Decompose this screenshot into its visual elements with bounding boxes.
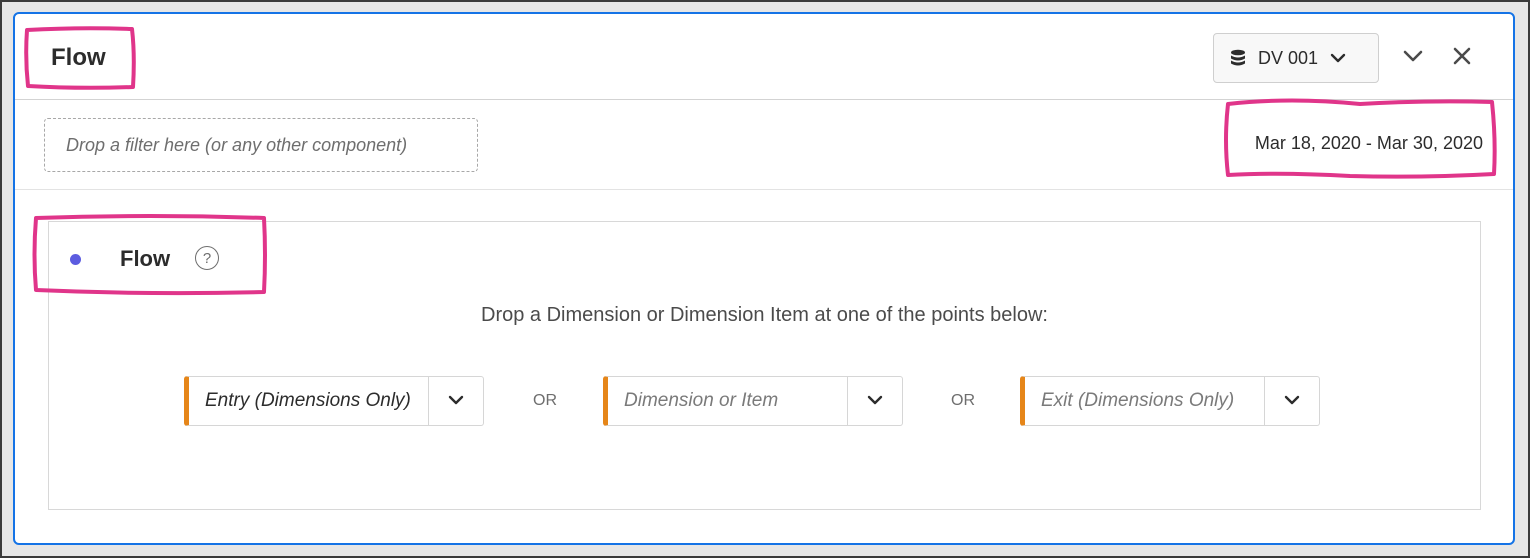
dimension-slot-dropdown[interactable] <box>847 377 902 425</box>
collapse-panel-button[interactable] <box>1397 42 1429 74</box>
entry-slot-label: Entry (Dimensions Only) <box>205 390 411 411</box>
visualization-status-dot <box>70 254 81 265</box>
panel-header: Flow DV 001 <box>15 14 1513 100</box>
close-panel-button[interactable] <box>1446 42 1478 74</box>
exit-slot-dropdown[interactable] <box>1264 377 1319 425</box>
entry-slot-dropdown[interactable] <box>428 377 483 425</box>
filter-drop-placeholder: Drop a filter here (or any other compone… <box>66 134 408 155</box>
chevron-down-icon <box>448 392 464 410</box>
database-icon <box>1230 49 1246 67</box>
flow-panel: Flow DV 001 Drop a filter here (or any o… <box>13 12 1515 545</box>
exit-slot-label: Exit (Dimensions Only) <box>1041 390 1235 411</box>
data-view-selector-button[interactable]: DV 001 <box>1213 33 1379 83</box>
or-separator: OR <box>533 392 557 409</box>
chevron-down-icon <box>1403 49 1423 67</box>
exit-drop-slot[interactable]: Exit (Dimensions Only) <box>1020 376 1320 426</box>
dimension-drop-slot[interactable]: Dimension or Item <box>603 376 903 426</box>
close-icon <box>1453 47 1471 70</box>
filter-drop-zone[interactable]: Drop a filter here (or any other compone… <box>44 118 478 172</box>
help-icon[interactable]: ? <box>195 246 219 270</box>
chevron-down-icon <box>1330 53 1346 63</box>
visualization-title: Flow <box>120 246 171 271</box>
date-range[interactable]: Mar 18, 2020 - Mar 30, 2020 <box>1255 133 1483 154</box>
flow-visualization-card: Flow ? Drop a Dimension or Dimension Ite… <box>48 221 1481 510</box>
help-glyph: ? <box>202 249 212 267</box>
panel-title: Flow <box>51 44 106 71</box>
filter-row: Drop a filter here (or any other compone… <box>15 100 1513 190</box>
chevron-down-icon <box>867 392 883 410</box>
chevron-down-icon <box>1284 392 1300 410</box>
data-view-label: DV 001 <box>1258 47 1319 68</box>
instruction-text: Drop a Dimension or Dimension Item at on… <box>481 304 1048 326</box>
dimension-slot-label: Dimension or Item <box>624 390 779 411</box>
entry-drop-slot[interactable]: Entry (Dimensions Only) <box>184 376 484 426</box>
or-separator: OR <box>951 392 975 409</box>
